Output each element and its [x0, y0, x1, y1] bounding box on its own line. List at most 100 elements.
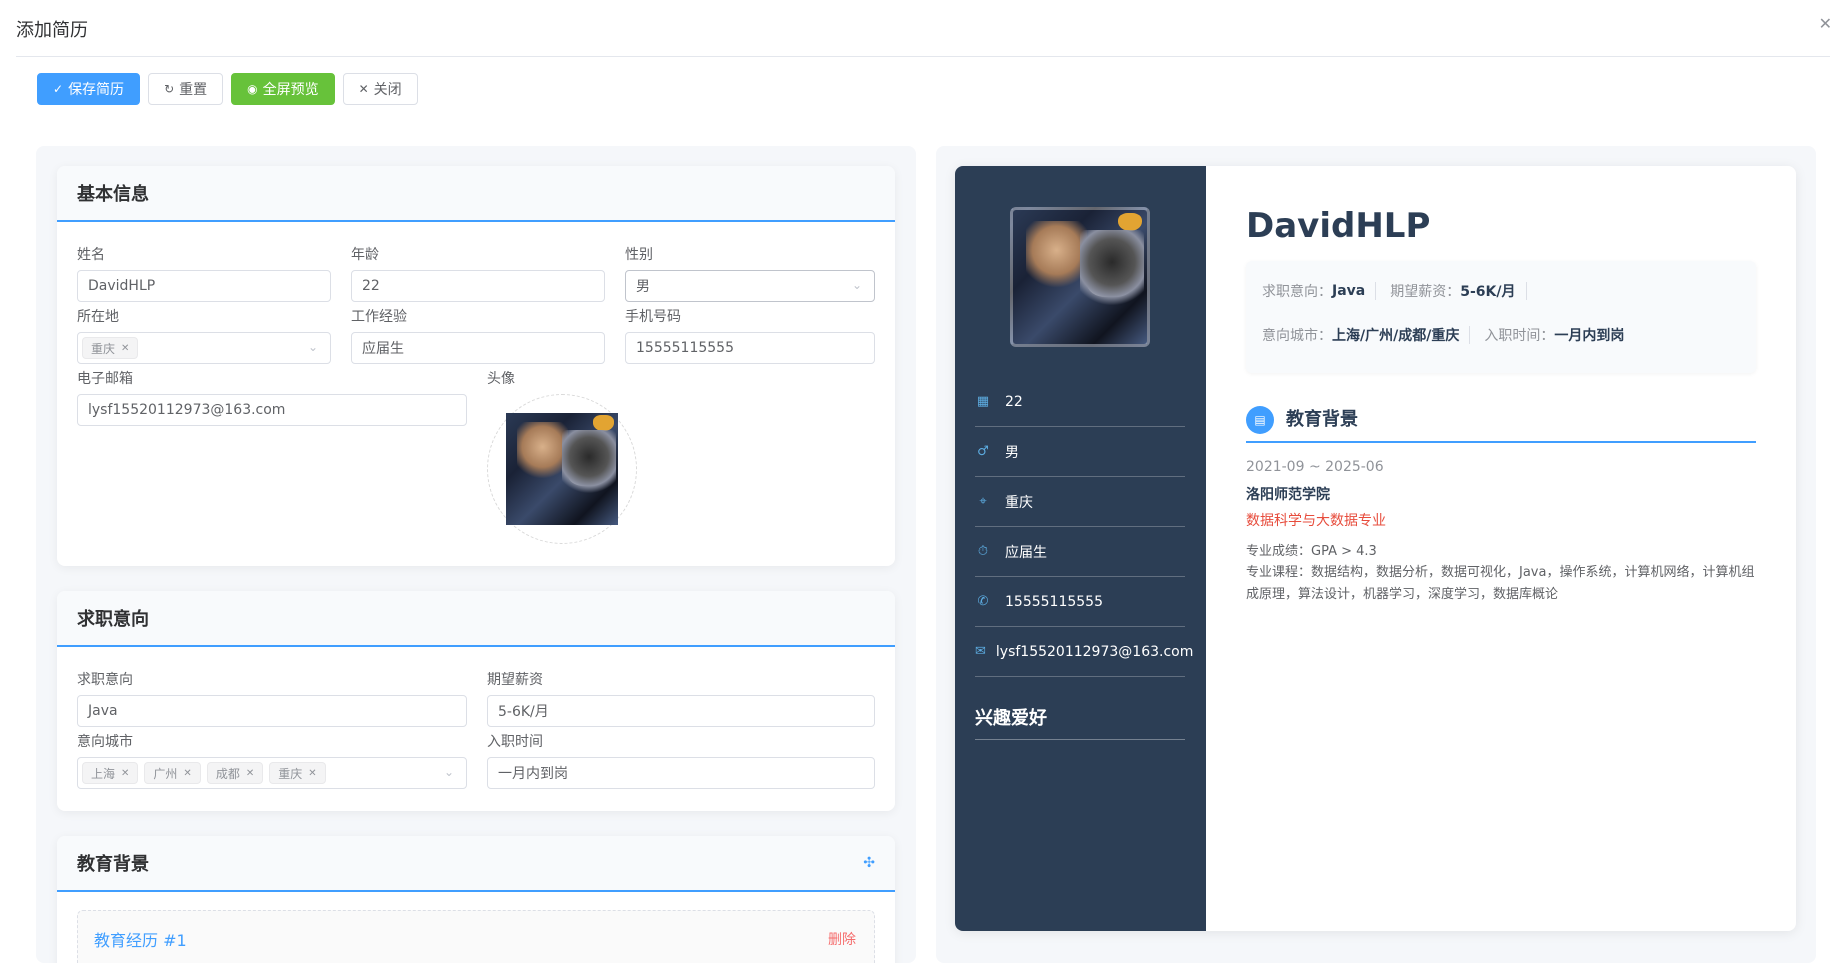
- resume-education-title: 教育背景: [1286, 409, 1358, 430]
- phone-input[interactable]: 15555115555: [625, 332, 875, 364]
- preview-panel: ▦ 22 ♂ 男 ⌖ 重庆 ⏱ 应届生 ✆ 15555115555 ✉ lysf…: [936, 146, 1816, 963]
- education-gpa: 专业成绩：GPA > 4.3: [1246, 544, 1377, 559]
- education-date: 2021-09 ~ 2025-06: [1246, 459, 1384, 475]
- close-label: 关闭: [373, 82, 402, 98]
- job-intent-body: 求职意向 Java 期望薪资 5-6K/月 意向城市 上海 ✕ 广州 ✕ 成都 ✕ 重…: [57, 647, 895, 811]
- chevron-down-icon: ⌄: [851, 278, 862, 292]
- phone-label: 手机号码: [625, 309, 681, 325]
- stopwatch-icon: ⏱: [977, 544, 989, 559]
- avatar-label: 头像: [487, 371, 515, 387]
- check-icon: ✓: [53, 82, 64, 96]
- city-select[interactable]: 上海 ✕ 广州 ✕ 成都 ✕ 重庆 ✕ ⌄: [77, 757, 467, 789]
- email-label: 电子邮箱: [77, 371, 133, 387]
- job-intent-card: 求职意向 求职意向 Java 期望薪资 5-6K/月 意向城市 上海 ✕ 广州 ✕ …: [57, 591, 895, 811]
- side-email: lysf15520112973@163.com: [995, 643, 1194, 660]
- entry-label: 入职时间: [487, 734, 543, 750]
- phone-icon: ✆: [977, 594, 989, 609]
- resume-photo: [1010, 207, 1150, 347]
- reset-button[interactable]: ↻ 重置: [148, 73, 224, 105]
- salary-input[interactable]: 5-6K/月: [487, 695, 875, 727]
- side-location: 重庆: [1005, 494, 1033, 511]
- job-input[interactable]: Java: [77, 695, 467, 727]
- city-tag-label: 上海: [91, 766, 116, 781]
- side-gender: 男: [1005, 444, 1019, 461]
- intent-city-value: 上海/广州/成都/重庆: [1332, 328, 1460, 344]
- education-school: 洛阳师范学院: [1246, 487, 1330, 503]
- city-tag-label: 成都: [215, 766, 240, 781]
- chevron-down-icon: ⌄: [307, 340, 318, 354]
- city-label: 意向城市: [77, 734, 133, 750]
- refresh-icon: ↻: [164, 82, 175, 96]
- basic-info-body: 姓名 DavidHLP 年龄 22 性别 男 ⌄ 所在地 重庆 ✕ ⌄ 工作经验…: [57, 222, 895, 566]
- experience-value: 应届生: [362, 341, 404, 357]
- gender-select[interactable]: 男 ⌄: [625, 270, 875, 302]
- job-intent-title: 求职意向: [77, 609, 149, 630]
- side-gender-row: ♂ 男: [975, 427, 1185, 477]
- side-location-row: ⌖ 重庆: [975, 477, 1185, 527]
- email-value: lysf15520112973@163.com: [88, 402, 286, 418]
- fullscreen-preview-button[interactable]: ◉ 全屏预览: [231, 73, 335, 105]
- fullscreen-preview-label: 全屏预览: [262, 82, 319, 98]
- intent-line-1: 求职意向： Java 期望薪资： 5-6K/月: [1262, 281, 1541, 301]
- education-card: 教育背景 ✣ 教育经历 #1 删除: [57, 836, 895, 963]
- delete-education-button[interactable]: 删除: [828, 929, 856, 949]
- job-intent-header: 求职意向: [57, 591, 895, 647]
- education-item-title: 教育经历 #1: [94, 931, 187, 950]
- intent-job-value: Java: [1332, 283, 1366, 299]
- chevron-down-icon: ⌄: [443, 765, 454, 779]
- age-value: 22: [362, 278, 380, 294]
- side-age: 22: [1005, 393, 1023, 410]
- name-input[interactable]: DavidHLP: [77, 270, 331, 302]
- save-resume-button[interactable]: ✓ 保存简历: [37, 73, 141, 105]
- name-value: DavidHLP: [88, 278, 156, 294]
- tag-close-icon[interactable]: ✕: [121, 768, 129, 779]
- side-email-row: ✉ lysf15520112973@163.com: [975, 627, 1193, 677]
- male-icon: ♂: [977, 444, 989, 459]
- city-tag-label: 重庆: [278, 766, 303, 781]
- tag-close-icon[interactable]: ✕: [246, 768, 254, 779]
- close-icon[interactable]: ✕: [1819, 14, 1832, 33]
- city-tag: 重庆 ✕: [269, 762, 326, 784]
- side-phone: 15555115555: [1005, 593, 1103, 610]
- salary-label: 期望薪资: [487, 672, 543, 688]
- gender-value: 男: [636, 279, 650, 295]
- resume-name: DavidHLP: [1246, 206, 1431, 246]
- education-title: 教育背景: [77, 854, 149, 875]
- intent-salary-value: 5-6K/月: [1460, 284, 1516, 300]
- add-icon[interactable]: ✣: [863, 855, 875, 871]
- side-phone-row: ✆ 15555115555: [975, 577, 1185, 627]
- form-panel: 基本信息 姓名 DavidHLP 年龄 22 性别 男 ⌄ 所在地 重庆 ✕ ⌄…: [36, 146, 916, 963]
- avatar-uploader[interactable]: [487, 394, 637, 544]
- email-input[interactable]: lysf15520112973@163.com: [77, 394, 467, 426]
- age-input[interactable]: 22: [351, 270, 605, 302]
- side-experience: 应届生: [1005, 544, 1047, 561]
- education-body: 教育经历 #1 删除: [57, 892, 895, 963]
- close-x-icon: ✕: [358, 82, 369, 96]
- location-label: 所在地: [77, 309, 119, 325]
- location-select[interactable]: 重庆 ✕ ⌄: [77, 332, 331, 364]
- tag-close-icon[interactable]: ✕: [121, 343, 129, 354]
- mail-icon: ✉: [975, 644, 986, 659]
- resume-sidebar: ▦ 22 ♂ 男 ⌖ 重庆 ⏱ 应届生 ✆ 15555115555 ✉ lysf…: [955, 166, 1206, 931]
- close-button[interactable]: ✕ 关闭: [342, 73, 418, 105]
- resume-intent-box: 求职意向： Java 期望薪资： 5-6K/月 意向城市： 上海/广州/成都/重…: [1246, 261, 1756, 373]
- tag-close-icon[interactable]: ✕: [308, 768, 316, 779]
- city-tag: 上海 ✕: [82, 762, 139, 784]
- tag-close-icon[interactable]: ✕: [183, 768, 191, 779]
- dialog-title: 添加简历: [16, 20, 88, 41]
- side-experience-row: ⏱ 应届生: [975, 527, 1185, 577]
- header-divider: [16, 56, 1830, 57]
- job-value: Java: [88, 703, 118, 719]
- toolbar: ✓ 保存简历 ↻ 重置 ◉ 全屏预览 ✕ 关闭: [37, 73, 418, 105]
- experience-input[interactable]: 应届生: [351, 332, 605, 364]
- basic-info-title: 基本信息: [77, 184, 149, 205]
- city-tag: 广州 ✕: [144, 762, 201, 784]
- entry-input[interactable]: 一月内到岗: [487, 757, 875, 789]
- basic-info-card: 基本信息 姓名 DavidHLP 年龄 22 性别 男 ⌄ 所在地 重庆 ✕ ⌄…: [57, 166, 895, 566]
- hobby-title: 兴趣爱好: [975, 704, 1185, 740]
- resume-education-header: ▤ 教育背景: [1246, 406, 1756, 443]
- age-label: 年龄: [351, 247, 379, 263]
- location-tag: 重庆 ✕: [82, 337, 139, 359]
- intent-entry-value: 一月内到岗: [1554, 328, 1625, 344]
- reset-label: 重置: [179, 82, 208, 98]
